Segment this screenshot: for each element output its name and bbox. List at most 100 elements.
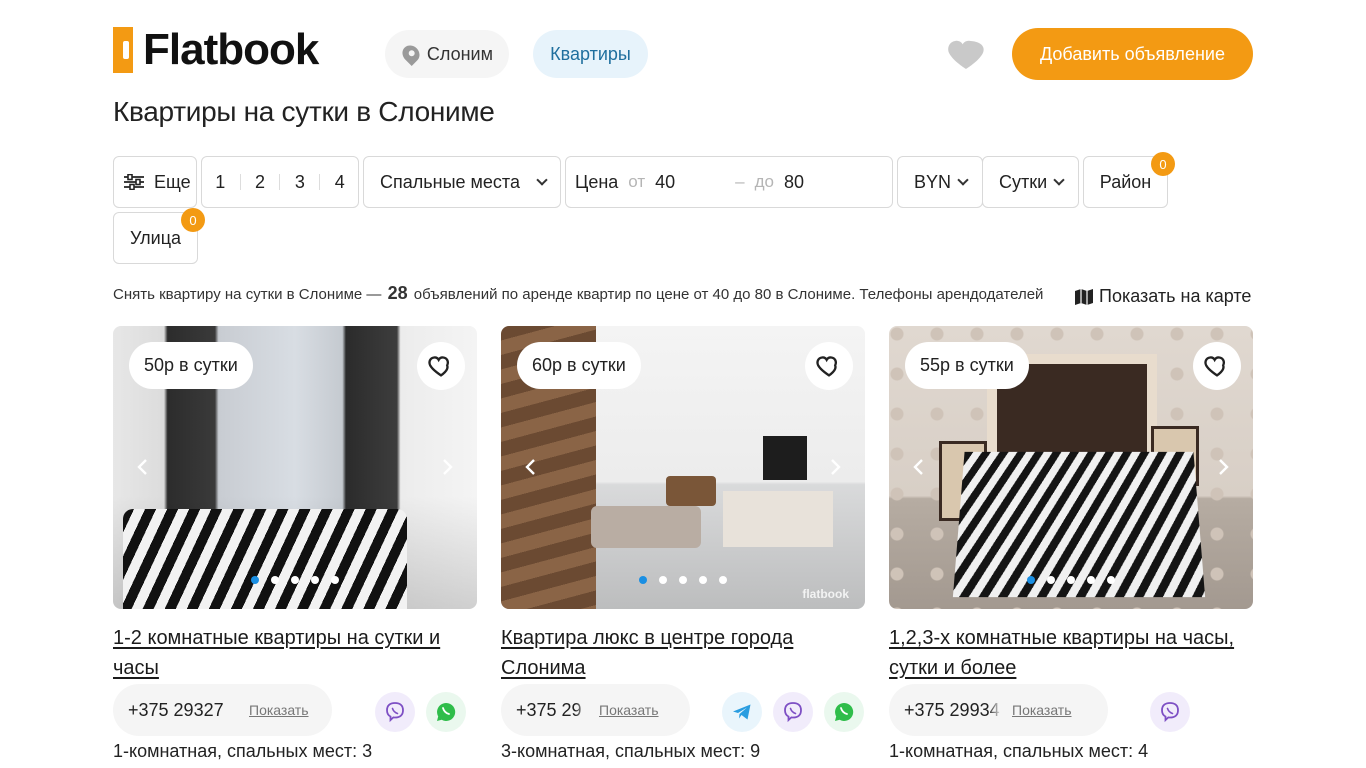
more-filters-label: Еще <box>154 171 191 192</box>
listing-photo[interactable]: 55р в сутки <box>889 326 1253 609</box>
photo-dot[interactable] <box>679 576 687 584</box>
phone-pill[interactable]: +375 29934 Показать <box>889 684 1108 736</box>
photo-tv <box>763 436 807 480</box>
photo-dot[interactable] <box>639 576 647 584</box>
site-logo[interactable]: Flatbook <box>113 25 319 74</box>
street-label: Улица <box>129 227 182 248</box>
heart-icon <box>1204 356 1226 377</box>
period-dropdown[interactable]: Сутки <box>982 156 1079 208</box>
favorite-button[interactable] <box>417 342 465 390</box>
chevron-left-icon[interactable] <box>133 457 153 477</box>
photo-watermark: flatbook <box>802 587 849 601</box>
chevron-right-icon[interactable] <box>825 457 845 477</box>
photo-dot[interactable] <box>331 576 339 584</box>
photo-dot[interactable] <box>1087 576 1095 584</box>
photo-dot[interactable] <box>1047 576 1055 584</box>
price-from-input[interactable]: 40 <box>655 172 725 193</box>
rooms-option-4[interactable]: 4 <box>335 172 345 193</box>
show-phone-link[interactable]: Показать <box>599 702 659 718</box>
category-selector[interactable]: Квартиры <box>533 30 648 78</box>
phone-number: +375 29 <box>516 699 589 721</box>
photo-dot[interactable] <box>1027 576 1035 584</box>
beds-dropdown[interactable]: Спальные места <box>363 156 561 208</box>
telegram-icon <box>733 704 751 720</box>
listing-title-link[interactable]: 1,2,3-х комнатные квартиры на часы, сутк… <box>889 623 1253 683</box>
photo-dot[interactable] <box>291 576 299 584</box>
more-filters-button[interactable]: Еще <box>113 156 197 208</box>
photo-dot[interactable] <box>251 576 259 584</box>
category-label: Квартиры <box>550 43 631 64</box>
show-phone-link[interactable]: Показать <box>1012 702 1072 718</box>
phone-pill[interactable]: +375 29327 Показать <box>113 684 332 736</box>
phone-number: +375 29934 <box>904 699 1002 721</box>
photo-dot[interactable] <box>659 576 667 584</box>
divider <box>279 174 281 190</box>
add-listing-button[interactable]: Добавить объявление <box>1012 28 1253 80</box>
rooms-option-1[interactable]: 1 <box>215 172 225 193</box>
currency-dropdown[interactable]: BYN <box>897 156 983 208</box>
listing-title-link[interactable]: 1-2 комнатные квартиры на сутки и часы <box>113 623 477 683</box>
map-icon <box>1075 288 1093 305</box>
listing-title-link[interactable]: Квартира люкс в центре города Слонима <box>501 623 865 683</box>
results-summary: Снять квартиру на сутки в Слониме — 28 о… <box>113 283 1075 304</box>
photo-dots <box>889 576 1253 584</box>
photo-dot[interactable] <box>1067 576 1075 584</box>
favorite-button[interactable] <box>805 342 853 390</box>
viber-button[interactable] <box>773 692 813 732</box>
photo-dots <box>113 576 477 584</box>
price-from-label: от <box>628 172 646 191</box>
period-label: Сутки <box>999 171 1048 192</box>
telegram-button[interactable] <box>722 692 762 732</box>
listing-card: 55р в сутки 1,2,3-х комнатные квартиры н… <box>889 326 1253 768</box>
favorites-heart-icon[interactable] <box>946 34 986 74</box>
viber-button[interactable] <box>375 692 415 732</box>
viber-button[interactable] <box>1150 692 1190 732</box>
show-phone-link[interactable]: Показать <box>249 702 309 718</box>
heart-icon <box>816 356 838 377</box>
phone-pill[interactable]: +375 29 Показать <box>501 684 690 736</box>
photo-dot[interactable] <box>1107 576 1115 584</box>
listing-photo[interactable]: 50р в сутки <box>113 326 477 609</box>
photo-dot[interactable] <box>271 576 279 584</box>
whatsapp-icon <box>835 702 854 721</box>
photo-dot[interactable] <box>699 576 707 584</box>
favorite-button[interactable] <box>1193 342 1241 390</box>
price-label: Цена <box>575 171 619 192</box>
summary-prefix: Снять квартиру на сутки в Слониме — <box>113 286 382 303</box>
photo-dot[interactable] <box>311 576 319 584</box>
whatsapp-button[interactable] <box>824 692 864 732</box>
photo-cabinet <box>723 491 833 547</box>
summary-suffix: объявлений по аренде квартир по цене от … <box>413 286 1044 303</box>
chevron-left-icon[interactable] <box>521 457 541 477</box>
viber-icon <box>1161 702 1179 723</box>
contact-row: +375 29327 Показать <box>113 684 477 736</box>
logo-text: Flatbook <box>143 25 319 74</box>
chevron-right-icon[interactable] <box>1213 457 1233 477</box>
listing-photo[interactable]: 60р в сутки flatbook <box>501 326 865 609</box>
filter-sliders-icon <box>124 174 144 190</box>
district-label: Район <box>1099 171 1152 192</box>
chevron-right-icon[interactable] <box>437 457 457 477</box>
chevron-left-icon[interactable] <box>909 457 929 477</box>
whatsapp-button[interactable] <box>426 692 466 732</box>
price-filter: Цена от 40 – до 80 <box>565 156 893 208</box>
whatsapp-icon <box>437 702 456 721</box>
show-on-map-link[interactable]: Показать на карте <box>1073 286 1252 307</box>
city-selector[interactable]: Слоним <box>385 30 509 78</box>
results-count: 28 <box>387 283 408 303</box>
contact-row: +375 29934 Показать <box>889 684 1253 736</box>
currency-label: BYN <box>914 171 952 192</box>
rooms-option-2[interactable]: 2 <box>255 172 265 193</box>
rooms-option-3[interactable]: 3 <box>295 172 305 193</box>
listing-description: 1-комнатная, спальных мест: 4 <box>889 741 1149 761</box>
photo-dot[interactable] <box>719 576 727 584</box>
chevron-down-icon <box>1053 174 1065 186</box>
price-to-label: до <box>754 172 774 191</box>
listing-card: 50р в сутки 1-2 комнатные квартиры на су… <box>113 326 477 768</box>
price-tag: 55р в сутки <box>905 342 1029 389</box>
price-to-input[interactable]: 80 <box>784 172 854 193</box>
page-title: Квартиры на сутки в Слониме <box>113 96 495 127</box>
photo-bed <box>123 509 407 609</box>
photo-table <box>666 476 716 506</box>
beds-label: Спальные места <box>380 171 520 192</box>
